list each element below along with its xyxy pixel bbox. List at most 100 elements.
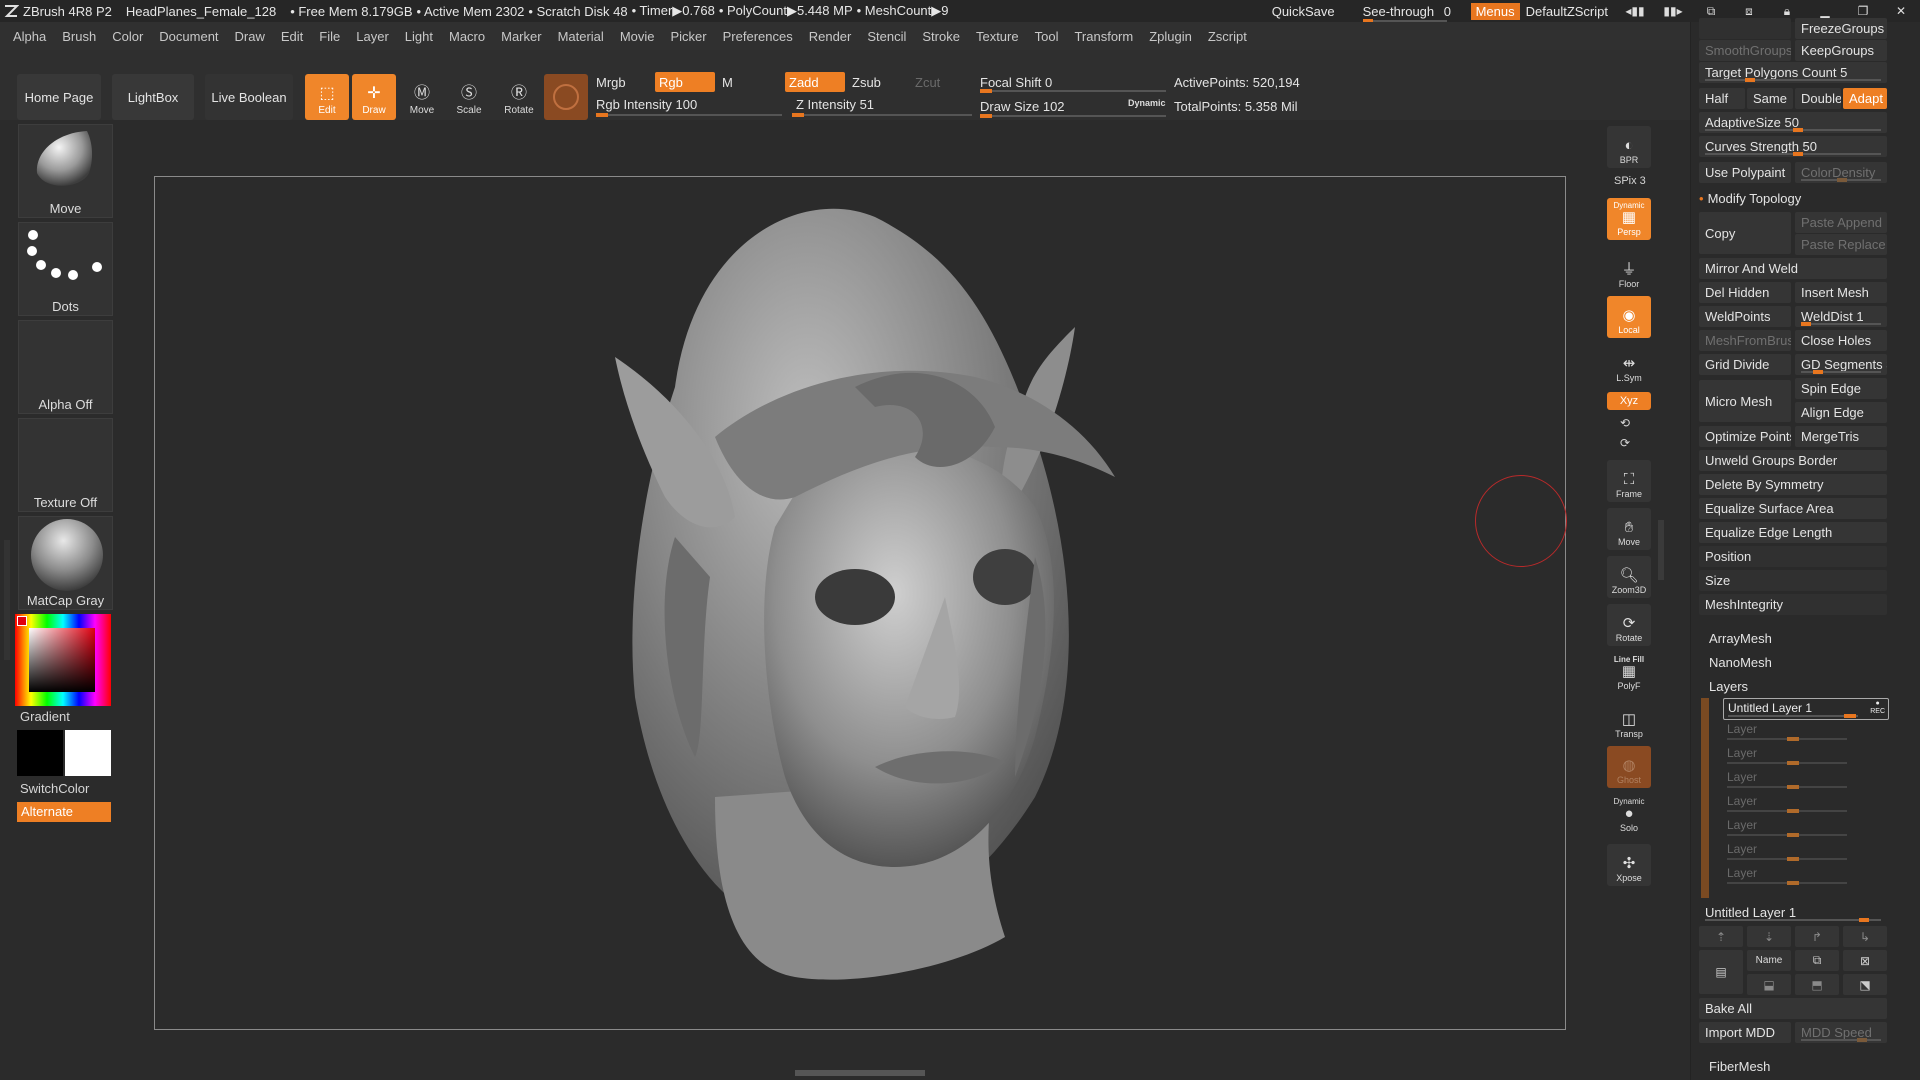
palette-popup-icon[interactable]: ⧉ — [1700, 4, 1722, 18]
layer-row[interactable]: Layer — [1727, 746, 1887, 768]
draw-size-track[interactable] — [980, 114, 1166, 118]
canvas-bottom-scroll[interactable] — [795, 1070, 925, 1076]
same-button[interactable]: Same — [1747, 88, 1793, 109]
menu-movie[interactable]: Movie — [620, 29, 655, 44]
modify-topology-header[interactable]: • Modify Topology — [1693, 188, 1893, 209]
z-intensity-slider[interactable]: Z Intensity 51 — [792, 94, 972, 114]
equalize-surface-area-button[interactable]: Equalize Surface Area — [1699, 498, 1887, 519]
menu-render[interactable]: Render — [809, 29, 852, 44]
new-layer-icon[interactable]: ▤ — [1699, 950, 1743, 994]
keepgroups-button[interactable]: KeepGroups — [1795, 40, 1887, 61]
menu-draw[interactable]: Draw — [235, 29, 265, 44]
menu-brush[interactable]: Brush — [62, 29, 96, 44]
mdd-speed-slider[interactable]: MDD Speed — [1795, 1022, 1887, 1043]
material-swatch-button[interactable] — [544, 74, 588, 120]
spix-slider[interactable]: SPix 3 — [1614, 175, 1646, 187]
delete-layer-icon[interactable]: ⊠ — [1843, 950, 1887, 971]
z-intensity-track[interactable] — [792, 113, 972, 117]
gd-segments-slider[interactable]: GD Segments 3 — [1795, 354, 1887, 375]
interface-layout-icon[interactable]: ▮▮▸ — [1662, 4, 1684, 18]
layer-row[interactable]: Layer — [1727, 818, 1887, 840]
menu-macro[interactable]: Macro — [449, 29, 485, 44]
interface-transparency-icon[interactable]: ◂▮▮ — [1624, 4, 1646, 18]
texture-thumbnail[interactable]: Texture Off — [18, 418, 113, 512]
layer-row[interactable]: Layer — [1727, 866, 1887, 888]
minimize-icon[interactable]: ▁ — [1814, 4, 1836, 18]
rotate-y-icon[interactable]: ⟲ — [1620, 416, 1630, 430]
menu-alpha[interactable]: Alpha — [13, 29, 46, 44]
m-button[interactable]: M — [718, 72, 778, 92]
menu-texture[interactable]: Texture — [976, 29, 1019, 44]
gradient-label[interactable]: Gradient — [20, 709, 70, 724]
delete-by-symmetry-button[interactable]: Delete By Symmetry — [1699, 474, 1887, 495]
insert-mesh-button[interactable]: Insert Mesh — [1795, 282, 1887, 303]
grid-divide-button[interactable]: Grid Divide — [1699, 354, 1791, 375]
double-button[interactable]: Double — [1795, 88, 1841, 109]
close-icon[interactable]: ✕ — [1890, 4, 1912, 18]
secondary-color-swatch[interactable] — [65, 730, 111, 776]
target-polygons-slider[interactable]: Target Polygons Count 5 — [1699, 62, 1887, 83]
rotate-mode-button[interactable]: Ⓡ Rotate — [497, 74, 541, 120]
close-holes-button[interactable]: Close Holes — [1795, 330, 1887, 351]
meshfrombrush-button[interactable]: MeshFromBrush — [1699, 330, 1791, 351]
weldpoints-button[interactable]: WeldPoints — [1699, 306, 1791, 327]
half-button[interactable]: Half — [1699, 88, 1745, 109]
home-page-button[interactable]: Home Page — [17, 74, 101, 120]
unweld-groups-border-button[interactable]: Unweld Groups Border — [1699, 450, 1887, 471]
active-layer-row[interactable]: Untitled Layer 1 ● REC — [1723, 698, 1889, 720]
zadd-button[interactable]: Zadd — [785, 72, 845, 92]
draw-mode-button[interactable]: ✛ Draw — [352, 74, 396, 120]
curves-strength-slider[interactable]: Curves Strength 50 — [1699, 136, 1887, 157]
bake-all-button[interactable]: Bake All — [1699, 998, 1887, 1019]
menu-light[interactable]: Light — [405, 29, 433, 44]
layer-row[interactable]: Layer — [1727, 842, 1887, 864]
floor-button[interactable]: ⏚ Floor — [1607, 250, 1651, 292]
move-layer-down-icon[interactable]: ⇣ — [1747, 926, 1791, 947]
use-polypaint-button[interactable]: Use Polypaint — [1699, 162, 1791, 183]
right-shelf-toggle[interactable] — [1658, 520, 1664, 580]
alpha-thumbnail[interactable]: Alpha Off — [18, 320, 113, 414]
welddist-slider[interactable]: WeldDist 1 — [1795, 306, 1887, 327]
freezegroups-button[interactable]: FreezeGroups — [1795, 18, 1887, 39]
lightbox-button[interactable]: LightBox — [112, 74, 194, 120]
menu-color[interactable]: Color — [112, 29, 143, 44]
del-hidden-button[interactable]: Del Hidden — [1699, 282, 1791, 303]
adaptive-size-slider[interactable]: AdaptiveSize 50 — [1699, 112, 1887, 133]
layer-row[interactable]: Layer — [1727, 794, 1887, 816]
menu-layer[interactable]: Layer — [356, 29, 389, 44]
lsym-button[interactable]: ⇹ L.Sym — [1607, 344, 1651, 386]
mrgb-button[interactable]: Mrgb — [592, 72, 652, 92]
alternate-button[interactable]: Alternate — [17, 802, 111, 822]
focal-shift-track[interactable] — [980, 89, 1166, 93]
menu-preferences[interactable]: Preferences — [723, 29, 793, 44]
layers-scrollbar[interactable] — [1701, 698, 1709, 898]
position-subpalette[interactable]: Position — [1699, 546, 1887, 567]
align-edge-button[interactable]: Align Edge — [1795, 402, 1887, 423]
menu-zscript[interactable]: Zscript — [1208, 29, 1247, 44]
micro-mesh-button[interactable]: Micro Mesh — [1699, 380, 1791, 422]
switchcolor-button[interactable]: SwitchColor — [20, 781, 89, 796]
meshintegrity-subpalette[interactable]: MeshIntegrity — [1699, 594, 1887, 615]
smoothgroups-button[interactable]: SmoothGroups — [1699, 40, 1791, 61]
move-mode-button[interactable]: Ⓜ Move — [400, 74, 444, 120]
rgb-button[interactable]: Rgb — [655, 72, 715, 92]
nanomesh-subpalette[interactable]: NanoMesh — [1703, 652, 1891, 673]
default-zscript-button[interactable]: DefaultZScript — [1526, 4, 1608, 19]
xyz-button[interactable]: Xyz — [1607, 392, 1651, 410]
paste-append-button[interactable]: Paste Append — [1795, 212, 1887, 233]
layers-subpalette-header[interactable]: Layers — [1703, 676, 1891, 697]
menu-picker[interactable]: Picker — [671, 29, 707, 44]
focal-shift-slider[interactable]: Focal Shift 0 — [976, 72, 1166, 92]
scale-mode-button[interactable]: Ⓢ Scale — [447, 74, 491, 120]
mirror-and-weld-button[interactable]: Mirror And Weld — [1699, 258, 1887, 279]
persp-button[interactable]: Dynamic ▦ Persp — [1607, 198, 1651, 240]
menu-material[interactable]: Material — [558, 29, 604, 44]
brush-thumbnail[interactable]: Move — [18, 124, 113, 218]
rotate-view-button[interactable]: ⟳ Rotate — [1607, 604, 1651, 646]
edit-mode-button[interactable]: ⬚ Edit — [305, 74, 349, 120]
menu-stencil[interactable]: Stencil — [867, 29, 906, 44]
local-button[interactable]: ◉ Local — [1607, 296, 1651, 338]
layer-intensity-slider[interactable]: Untitled Layer 1 — [1699, 902, 1887, 923]
color-square[interactable] — [29, 628, 95, 692]
layer-row[interactable]: Layer — [1727, 722, 1887, 744]
